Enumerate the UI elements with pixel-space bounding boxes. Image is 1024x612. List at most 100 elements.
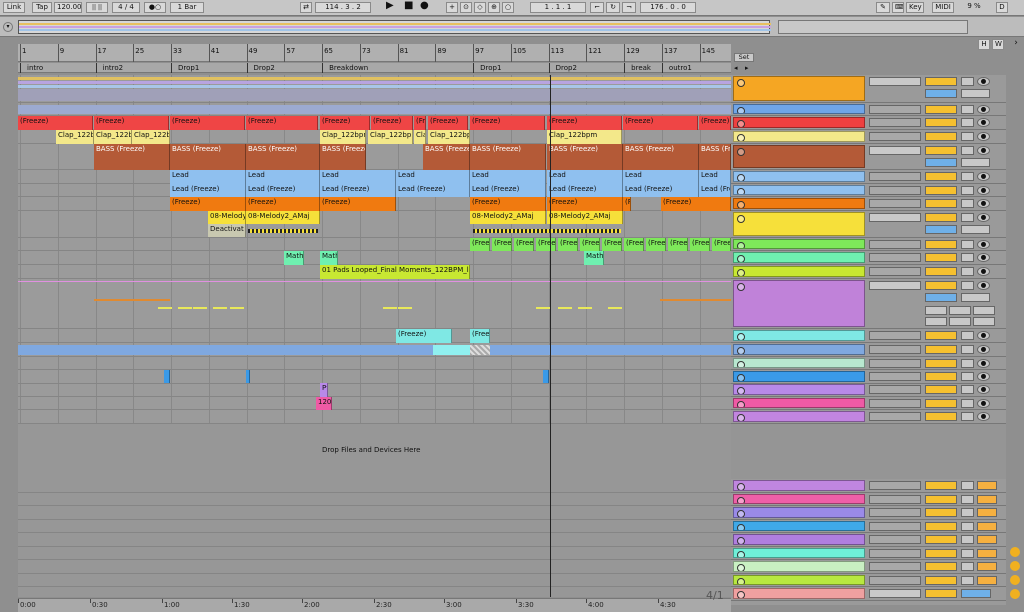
input-select[interactable] (869, 372, 921, 381)
clip[interactable]: (Freeze) (246, 197, 320, 211)
diva-clip[interactable] (433, 345, 470, 355)
input-select[interactable] (869, 345, 921, 354)
track-fold-icon[interactable] (737, 510, 745, 517)
computer-keyboard-icon[interactable]: ⌨ (892, 2, 904, 13)
clip[interactable]: Lead (Freeze) (320, 184, 396, 197)
follow-button[interactable]: ⇄ (300, 2, 312, 13)
input-select[interactable] (869, 199, 921, 208)
clip[interactable]: (Freeze) (699, 116, 731, 130)
track-name[interactable] (733, 104, 865, 114)
track-fold-icon[interactable] (737, 148, 745, 156)
beat-time-ruler[interactable]: 1 9 17 25 33 41 49 57 65 73 81 89 97 105 113 121 129 137 1… (18, 44, 731, 62)
master-name[interactable] (733, 588, 865, 599)
clip[interactable]: BASS (Freeze) (423, 144, 470, 170)
return-activator-button[interactable] (925, 494, 957, 504)
draw-mode-icon[interactable]: ✎ (876, 2, 890, 13)
track-fold-icon[interactable] (737, 120, 745, 127)
output-routing-select[interactable] (869, 548, 921, 558)
input-select[interactable] (869, 331, 921, 340)
post-button[interactable] (977, 508, 997, 517)
output-routing-select[interactable] (869, 146, 921, 155)
arm-button[interactable]: ● (977, 186, 990, 195)
solo-button[interactable] (961, 199, 974, 208)
clip[interactable]: Clap_122bpm (428, 130, 470, 144)
track-fold-icon[interactable] (737, 361, 745, 367)
clip[interactable]: (Freeze) (547, 197, 623, 211)
clip[interactable]: 08-Melody2_AMaj (208, 211, 246, 224)
clip[interactable]: 08-Melody2_AMaj (547, 211, 623, 224)
master-volume[interactable] (925, 589, 957, 598)
track-name[interactable] (733, 239, 865, 249)
output-routing-select[interactable] (869, 281, 921, 290)
clip-view-icon[interactable] (1010, 547, 1020, 557)
arrangement-overview[interactable]: H W (0, 17, 1024, 50)
arm-button[interactable]: ● (977, 118, 990, 127)
clip[interactable]: BASS (Freeze) (623, 144, 699, 170)
clip[interactable]: Pf (320, 383, 328, 397)
track-fold-icon[interactable] (737, 269, 745, 276)
solo-button[interactable] (961, 359, 974, 368)
track-pan[interactable] (961, 158, 990, 167)
arm-button[interactable]: ● (977, 399, 990, 408)
send-level[interactable] (973, 317, 995, 326)
track-fold-icon[interactable] (737, 401, 745, 407)
locator-3[interactable]: Drop2 (246, 63, 275, 73)
clip[interactable]: BASS (Freeze) (246, 144, 320, 170)
post-button[interactable] (977, 562, 997, 571)
send-level[interactable] (949, 306, 971, 315)
link-button[interactable]: Link (3, 2, 25, 13)
loop-switch[interactable]: ↻ (606, 2, 620, 13)
track-name[interactable] (733, 131, 865, 142)
track-fold-icon[interactable] (737, 333, 745, 340)
solo-button[interactable] (961, 118, 974, 127)
overdub-button[interactable]: + (446, 2, 458, 13)
play-icon[interactable]: ▶ (386, 1, 394, 11)
clip[interactable]: (Freeze) (320, 197, 396, 211)
arm-button[interactable]: ● (977, 412, 990, 421)
solo-button[interactable] (961, 240, 974, 249)
track-fold-icon[interactable] (737, 188, 745, 194)
arm-button[interactable]: ● (977, 105, 990, 114)
clip[interactable]: (Freeze) (396, 329, 452, 343)
return-activator-button[interactable] (925, 548, 957, 558)
arm-button[interactable]: ● (977, 359, 990, 368)
clip[interactable]: (Freeze) (170, 116, 245, 130)
w-button[interactable]: W (992, 39, 1004, 50)
return-activator-button[interactable] (925, 575, 957, 585)
solo-button[interactable] (961, 399, 974, 408)
output-routing-select[interactable] (869, 494, 921, 504)
locator-2[interactable]: Drop1 (171, 63, 199, 73)
clip[interactable]: BASS (Freeze) (470, 144, 546, 170)
return-activator-button[interactable] (925, 535, 957, 544)
set-locator-button[interactable]: Set (734, 53, 754, 62)
post-button[interactable] (977, 575, 997, 585)
track-fold-icon[interactable] (737, 283, 745, 291)
track-activator-button[interactable] (925, 213, 957, 222)
arm-button[interactable]: ● (977, 372, 990, 381)
output-routing-select[interactable] (869, 77, 921, 86)
key-map-button[interactable]: Key (906, 2, 924, 13)
arm-button[interactable]: ● (977, 345, 990, 354)
h-button[interactable]: H (978, 39, 990, 50)
clip[interactable]: (Freeze) (470, 116, 545, 130)
input-select[interactable] (869, 412, 921, 421)
input-select[interactable] (869, 359, 921, 368)
post-button[interactable] (977, 548, 997, 558)
output-routing-select[interactable] (869, 575, 921, 585)
track-name[interactable] (733, 117, 865, 128)
track-name[interactable] (733, 411, 865, 422)
return-name[interactable] (733, 493, 865, 504)
track-fold-icon[interactable] (737, 107, 745, 113)
arm-button[interactable]: ● (977, 281, 990, 290)
post-button[interactable] (977, 494, 997, 504)
clip[interactable]: (Freeze) (94, 116, 169, 130)
overview-viewport[interactable] (18, 20, 771, 34)
arm-button[interactable]: ● (977, 213, 990, 222)
send-level[interactable] (925, 317, 947, 326)
time-signature-field[interactable]: 4 / 4 (112, 2, 140, 13)
track-activator-button[interactable] (925, 77, 957, 86)
output-routing-select[interactable] (869, 481, 921, 490)
input-select[interactable] (869, 186, 921, 195)
solo-button[interactable] (961, 494, 974, 504)
arm-button[interactable]: ● (977, 385, 990, 394)
